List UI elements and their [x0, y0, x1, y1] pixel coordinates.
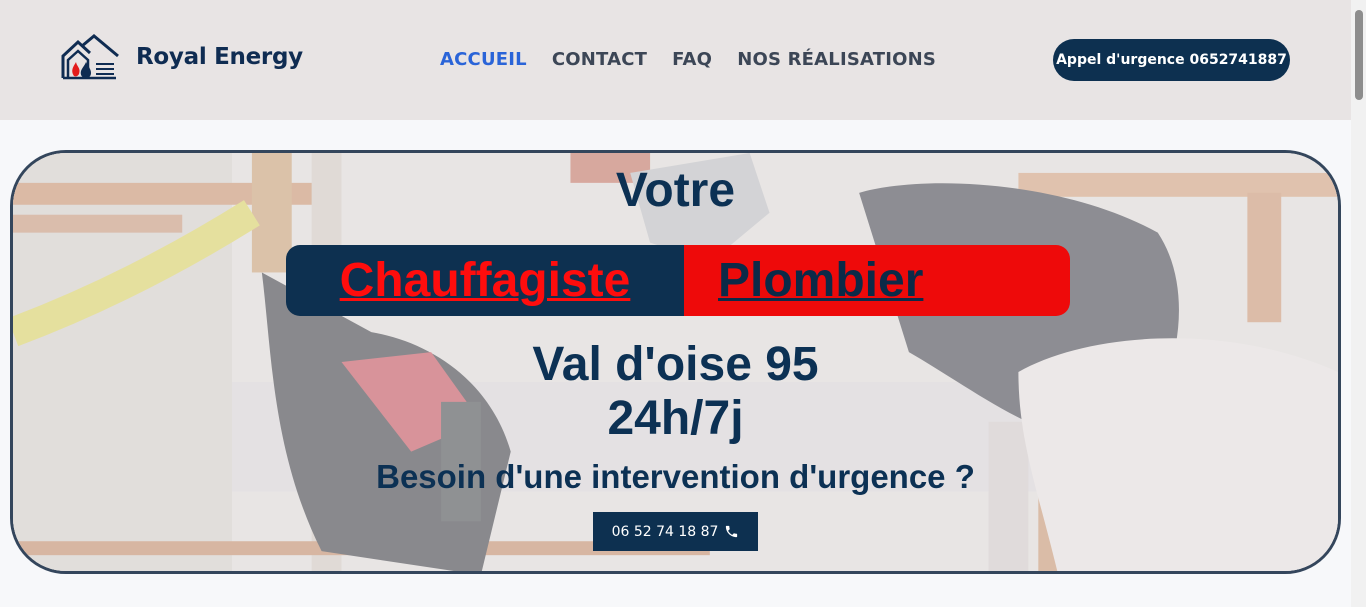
phone-icon: [726, 525, 738, 538]
nav-link-realisations[interactable]: NOS RÉALISATIONS: [737, 49, 936, 70]
emergency-call-button[interactable]: Appel d'urgence 0652741887: [1053, 39, 1290, 81]
nav-link-faq[interactable]: FAQ: [672, 49, 712, 70]
nav-link-contact[interactable]: CONTACT: [552, 49, 647, 70]
hero-availability: 24h/7j: [607, 392, 744, 445]
badge-chauffagiste[interactable]: Chauffagiste: [286, 245, 684, 316]
page-scrollbar[interactable]: [1351, 0, 1366, 607]
badge-chauffagiste-label: Chauffagiste: [339, 254, 631, 307]
service-badge: Chauffagiste Plombier: [286, 245, 1070, 316]
badge-plombier-label: Plombier: [718, 254, 924, 307]
hero-location: Val d'oise 95: [532, 338, 819, 391]
badge-plombier[interactable]: Plombier: [684, 245, 1070, 316]
logo[interactable]: Royal Energy: [60, 34, 303, 80]
nav-link-accueil[interactable]: ACCUEIL: [440, 49, 527, 70]
main-nav: ACCUEIL CONTACT FAQ NOS RÉALISATIONS: [440, 49, 936, 70]
scrollbar-thumb[interactable]: [1355, 10, 1363, 100]
phone-number: 06 52 74 18 87: [611, 523, 719, 540]
house-flame-drop-icon: [61, 34, 119, 80]
site-header: Royal Energy ACCUEIL CONTACT FAQ NOS RÉA…: [0, 0, 1351, 120]
hero-title-votre: Votre: [615, 164, 736, 217]
phone-call-button[interactable]: 06 52 74 18 87: [593, 512, 758, 551]
hero-question: Besoin d'une intervention d'urgence ?: [376, 458, 975, 495]
hero-content: Votre Chauffagiste Plombier Val d'oise 9…: [13, 153, 1338, 571]
hero-banner: Votre Chauffagiste Plombier Val d'oise 9…: [10, 150, 1341, 574]
brand-name: Royal Energy: [136, 44, 303, 70]
